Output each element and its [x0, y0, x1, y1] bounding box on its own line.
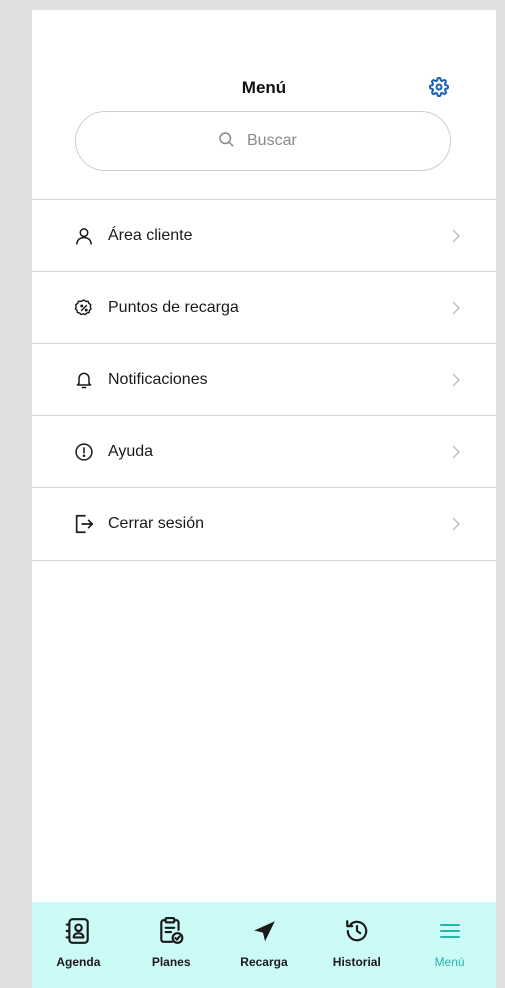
page-title: Menú	[241, 78, 287, 97]
percent-badge-icon	[73, 297, 95, 319]
logout-icon	[73, 513, 95, 535]
tab-label: Recarga	[240, 955, 288, 969]
navigation-arrow-icon	[249, 916, 279, 946]
tab-label: Planes	[151, 955, 191, 969]
chevron-right-icon	[452, 445, 460, 464]
bell-icon	[73, 369, 95, 391]
menu-item-notificaciones[interactable]: Notificaciones	[32, 343, 496, 415]
hamburger-menu-icon	[435, 916, 465, 946]
menu-item-label: Notificaciones	[108, 370, 208, 388]
menu-item-label: Área cliente	[108, 226, 193, 244]
clipboard-check-icon	[156, 916, 186, 946]
tab-label: Historial	[332, 955, 381, 969]
chevron-right-icon	[452, 229, 460, 248]
menu-item-label: Ayuda	[108, 442, 154, 460]
menu-item-label: Cerrar sesión	[108, 515, 205, 532]
alert-circle-icon	[73, 441, 95, 463]
menu-item-puntos-de-recarga[interactable]: Puntos de recarga	[32, 271, 496, 343]
menu-item-cerrar-sesion[interactable]: Cerrar sesión	[32, 487, 496, 561]
tab-agenda[interactable]: Agenda	[32, 902, 125, 988]
chevron-right-icon	[452, 373, 460, 392]
tab-label: Menú	[434, 955, 465, 969]
app-screen: Menú Área cliente	[32, 10, 496, 988]
header: Menú	[32, 10, 496, 200]
menu-item-area-cliente[interactable]: Área cliente	[32, 199, 496, 271]
menu-list: Área cliente Puntos de recarga Notificac…	[32, 199, 496, 561]
menu-item-ayuda[interactable]: Ayuda	[32, 415, 496, 487]
contacts-icon	[63, 916, 93, 946]
tab-historial[interactable]: Historial	[310, 902, 403, 988]
tab-menu[interactable]: Menú	[403, 902, 496, 988]
user-icon	[73, 225, 95, 247]
tab-label: Agenda	[56, 955, 101, 969]
tab-recarga[interactable]: Recarga	[218, 902, 311, 988]
gear-icon[interactable]	[428, 76, 450, 98]
search-bar[interactable]	[75, 111, 451, 171]
menu-item-label: Puntos de recarga	[108, 298, 239, 316]
bottom-tab-bar: Agenda Planes Recarga Historial Menú	[32, 902, 496, 988]
chevron-right-icon	[452, 517, 460, 536]
search-input[interactable]	[245, 131, 309, 151]
history-icon	[342, 916, 372, 946]
search-icon	[217, 130, 235, 153]
chevron-right-icon	[452, 301, 460, 320]
tab-planes[interactable]: Planes	[125, 902, 218, 988]
